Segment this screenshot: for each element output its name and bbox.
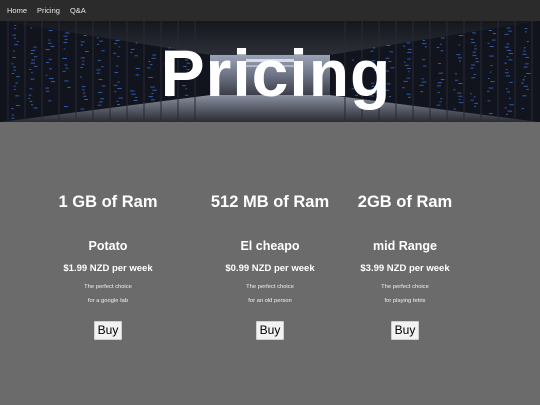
buy-button[interactable]: Buy: [93, 321, 123, 340]
plan-ram: 1 GB of Ram: [58, 193, 158, 211]
plan-ram: 2GB of Ram: [357, 193, 453, 211]
plan-description-line1: The perfect choice: [84, 284, 132, 290]
buy-button-wrap: Buy: [200, 321, 340, 340]
plan-name: El cheapo: [240, 239, 300, 253]
buy-button[interactable]: Buy: [390, 321, 420, 340]
buy-button[interactable]: Buy: [255, 321, 285, 340]
plan-name: Potato: [88, 239, 128, 253]
plan-description-line1: The perfect choice: [381, 284, 429, 290]
plan-price: $1.99 NZD per week: [63, 263, 153, 274]
pricing-plans: 1 GB of Ram Potato $1.99 NZD per week Th…: [0, 122, 540, 405]
buy-button-wrap: Buy: [335, 321, 475, 340]
nav-link-home[interactable]: Home: [2, 0, 32, 21]
top-navbar: Home Pricing Q&A: [0, 0, 540, 21]
nav-link-qa[interactable]: Q&A: [65, 0, 91, 21]
hero-banner: Pricing: [0, 21, 540, 122]
plan-description-line2: for a google tab: [87, 298, 129, 304]
plan-description-line1: The perfect choice: [246, 284, 294, 290]
plan-description-line2: for an old person: [248, 298, 292, 304]
plan-name: mid Range: [373, 239, 437, 253]
hero-title: Pricing: [160, 35, 392, 110]
plan-price: $0.99 NZD per week: [225, 263, 315, 274]
buy-button-wrap: Buy: [38, 321, 178, 340]
plan-price: $3.99 NZD per week: [360, 263, 450, 274]
plan-ram: 512 MB of Ram: [210, 193, 330, 211]
nav-link-pricing[interactable]: Pricing: [32, 0, 65, 21]
plan-description-line2: for playing tetris: [384, 298, 426, 304]
